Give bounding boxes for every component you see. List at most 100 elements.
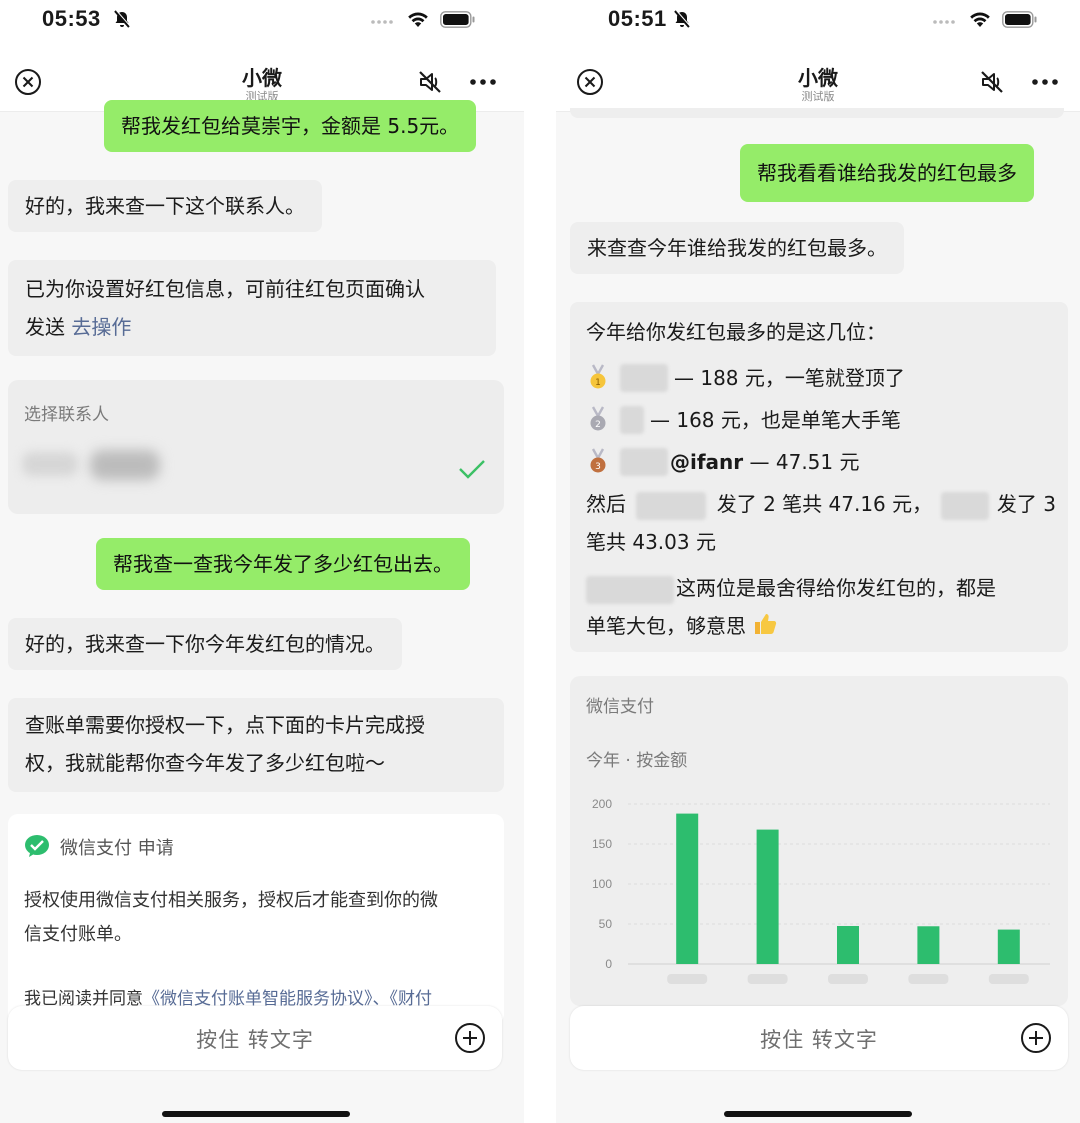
home-indicator[interactable] — [162, 1111, 350, 1117]
check-icon — [459, 460, 485, 479]
chart-bar — [756, 829, 779, 964]
y-tick-label: 100 — [592, 877, 612, 891]
pay-card-subtitle: 今年 · 按金额 — [586, 751, 688, 771]
auth-body-text: 授权使用微信支付相关服务，授权后才能查到你的微 — [24, 890, 438, 911]
wechat-pay-auth-card[interactable]: 微信支付 申请 授权使用微信支付相关服务，授权后才能查到你的微 信支付账单。 我… — [8, 814, 504, 1024]
chart-bar — [997, 929, 1020, 964]
ranking-text: 这两位是最舍得给你发红包的，都是 — [676, 576, 996, 600]
bell-muted-icon — [674, 10, 691, 28]
more-icon[interactable] — [468, 74, 498, 90]
ranking-line: @ifanr — 47.51 元 — [670, 444, 860, 480]
ranking-text: 发了 3 — [996, 492, 1056, 516]
wifi-icon — [408, 12, 428, 27]
plus-icon[interactable] — [1020, 1022, 1052, 1054]
pay-card-title: 微信支付 — [586, 697, 654, 717]
message-text: 帮我查一查我今年发了多少红包出去。 — [113, 552, 453, 576]
y-tick-label: 200 — [592, 797, 612, 811]
blurred-category-label — [988, 974, 1029, 984]
auth-card-title: 微信支付 申请 — [60, 838, 174, 859]
contact-card-label: 选择联系人 — [24, 405, 109, 425]
blurred-name — [940, 491, 989, 520]
svg-text:1: 1 — [595, 378, 601, 388]
y-tick-label: 150 — [592, 837, 612, 851]
speaker-muted-icon[interactable] — [978, 68, 1006, 96]
wifi-icon — [970, 12, 990, 27]
auth-body-text: 信支付账单。 — [24, 924, 132, 945]
bar-chart: 200 150 100 50 0 — [592, 797, 1050, 984]
thumbs-up-icon — [755, 614, 777, 634]
wechat-pay-stats-card[interactable]: 微信支付 今年 · 按金额 200 150 100 50 0 — [570, 676, 1068, 1006]
blurred-contact-avatar — [90, 450, 160, 480]
bot-message-bubble: 已为你设置好红包信息，可前往红包页面确认 发送 去操作 — [8, 260, 496, 356]
message-text: 好的，我来查一下你今年发红包的情况。 — [25, 632, 385, 656]
chart-bar — [837, 925, 859, 964]
blurred-name — [636, 491, 707, 520]
chart-bar — [917, 926, 940, 964]
status-time: 05:53 — [42, 6, 101, 31]
right-phone-screen: 05:51 小微 测试版 帮我看看谁给我发的红包最多 来查查今年谁给我发的红包最… — [556, 0, 1080, 1123]
cellular-signal-icon — [371, 20, 393, 24]
blurred-name — [620, 364, 668, 392]
bell-muted-icon — [114, 10, 131, 28]
blurred-category-label — [667, 974, 708, 984]
chat-area: 帮我看看谁给我发的红包最多 来查查今年谁给我发的红包最多。 今年给你发红包最多的… — [556, 108, 1080, 1123]
go-operate-link[interactable]: 去操作 — [71, 315, 131, 339]
message-text: 查账单需要你授权一下，点下面的卡片完成授 — [25, 713, 425, 737]
ranking-text: 然后 — [586, 492, 626, 516]
hold-to-talk-label: 按住 转文字 — [196, 1028, 314, 1052]
status-bar: 05:51 — [556, 0, 1080, 44]
message-text: 帮我发红包给莫崇宇，金额是 5.5元。 — [121, 114, 460, 138]
message-text: 来查查今年谁给我发的红包最多。 — [587, 236, 887, 260]
ranking-line: — 168 元，也是单笔大手笔 — [650, 408, 901, 432]
blurred-category-label — [828, 974, 868, 984]
user-message-bubble: 帮我查一查我今年发了多少红包出去。 — [96, 538, 470, 590]
user-message-bubble: 帮我发红包给莫崇宇，金额是 5.5元。 — [104, 100, 477, 152]
bot-message-bubble: 查账单需要你授权一下，点下面的卡片完成授 权，我就能帮你查今年发了多少红包啦～ — [8, 698, 504, 792]
status-bar: 05:53 — [0, 0, 524, 44]
voice-input-bar[interactable]: 按住 转文字 — [8, 1006, 502, 1070]
cellular-signal-icon — [933, 20, 955, 24]
y-tick-label: 0 — [605, 957, 612, 971]
ranking-line: 然后 发了 2 笔共 47.16 元， 发了 3 — [586, 486, 1056, 522]
message-text: 好的，我来查一下这个联系人。 — [25, 194, 305, 218]
status-time: 05:51 — [608, 6, 667, 31]
ranking-line: 这两位是最舍得给你发红包的，都是 — [586, 570, 996, 606]
ranking-amount: — 47.51 元 — [749, 450, 860, 474]
contact-picker-card[interactable]: 选择联系人 — [8, 380, 504, 514]
more-icon[interactable] — [1030, 74, 1060, 90]
ranking-line: — 188 元，一笔就登顶了 — [674, 366, 905, 390]
ranking-line: 笔共 43.03 元 — [586, 530, 716, 554]
svg-text:3: 3 — [595, 462, 601, 472]
ranking-text: 单笔大包，够意思 — [586, 614, 746, 638]
ranking-title: 今年给你发红包最多的是这几位： — [586, 320, 886, 344]
blurred-category-label — [908, 974, 949, 984]
blurred-names — [586, 575, 674, 604]
message-text: 权，我就能帮你查今年发了多少红包啦～ — [25, 751, 385, 775]
blurred-name — [620, 406, 644, 434]
blurred-category-label — [747, 974, 788, 984]
voice-input-bar[interactable]: 按住 转文字 — [570, 1006, 1068, 1070]
message-text: 帮我看看谁给我发的红包最多 — [757, 161, 1017, 185]
message-text: 发送 — [25, 315, 65, 339]
blurred-name — [620, 448, 668, 476]
plus-icon[interactable] — [454, 1022, 486, 1054]
user-message-bubble: 帮我看看谁给我发的红包最多 — [740, 144, 1034, 202]
previous-message-edge — [570, 108, 1064, 118]
home-indicator[interactable] — [724, 1111, 912, 1117]
message-text: 已为你设置好红包信息，可前往红包页面确认 — [25, 277, 425, 301]
battery-icon — [440, 11, 475, 28]
silver-medal-icon: 2 — [590, 406, 606, 431]
bot-ranking-bubble: 今年给你发红包最多的是这几位： 1 — 188 元，一笔就登顶了 2 — 168… — [570, 302, 1068, 652]
blurred-contact-name — [22, 452, 78, 476]
speaker-muted-icon[interactable] — [416, 68, 444, 96]
chart-bar — [676, 813, 699, 964]
chat-area: 帮我发红包给莫崇宇，金额是 5.5元。 好的，我来查一下这个联系人。 已为你设置… — [0, 100, 524, 1123]
auth-card-body: 授权使用微信支付相关服务，授权后才能查到你的微 信支付账单。 — [24, 884, 438, 952]
nav-title: 小微 — [242, 66, 282, 90]
ranking-text: 发了 2 笔共 47.16 元， — [716, 492, 933, 516]
bot-message-bubble: 好的，我来查一下这个联系人。 — [8, 180, 322, 232]
gold-medal-icon: 1 — [590, 364, 606, 389]
bot-message-bubble: 好的，我来查一下你今年发红包的情况。 — [8, 618, 402, 670]
hold-to-talk-label: 按住 转文字 — [760, 1028, 878, 1052]
svg-text:2: 2 — [595, 420, 601, 430]
